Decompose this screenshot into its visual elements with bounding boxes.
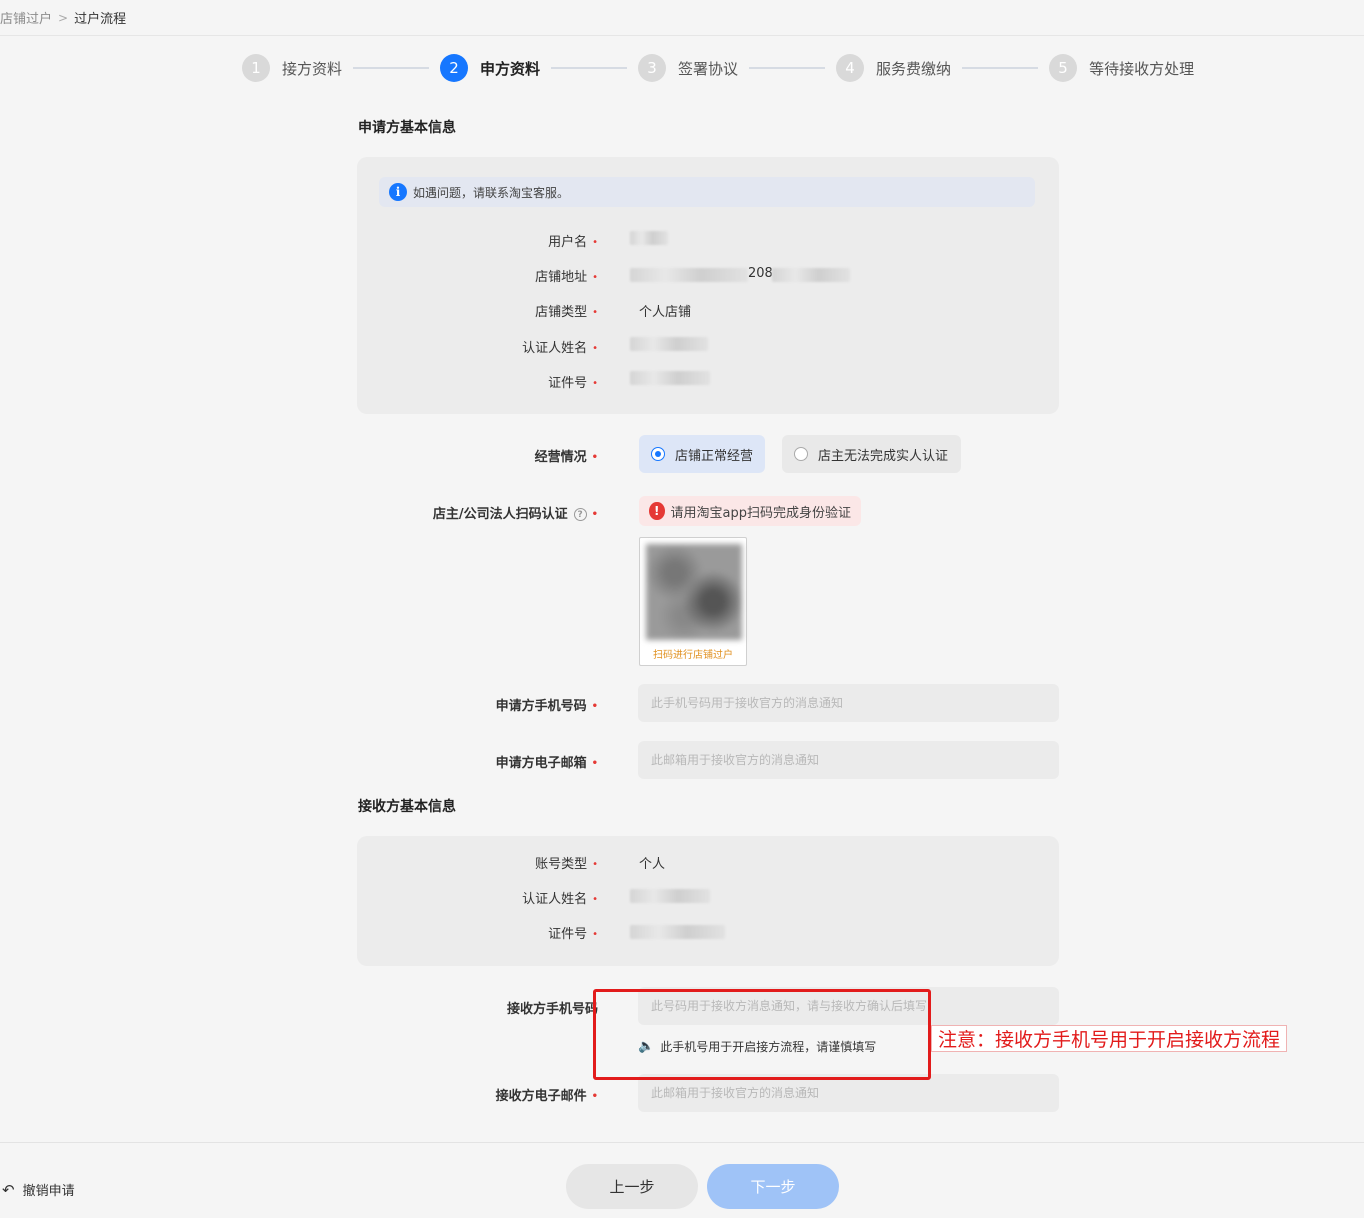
step-5: 5 等待接收方处理	[1049, 54, 1194, 82]
shop-url-redacted-a	[630, 268, 748, 282]
breadcrumb-shop-transfer[interactable]: 店铺过户	[0, 8, 52, 27]
applicant-email-label: 申请方电子邮箱 •	[495, 756, 598, 771]
account-type-value: 个人	[639, 857, 666, 872]
operation-status-label: 经营情况 •	[534, 450, 598, 465]
warning-text: 请用淘宝app扫码完成身份验证	[670, 505, 851, 521]
receiver-phone-label: 接收方手机号码	[358, 998, 598, 1017]
previous-step-button[interactable]: 上一步	[566, 1164, 698, 1209]
applicant-email-input[interactable]	[638, 741, 1059, 779]
applicant-phone-input[interactable]	[638, 684, 1059, 722]
radio-label: 店铺正常经营	[674, 448, 753, 464]
help-icon[interactable]: ?	[573, 508, 587, 521]
step-label: 申方资料	[480, 59, 541, 78]
step-number: 1	[242, 54, 270, 82]
shop-type-value: 个人店铺	[639, 305, 692, 320]
highlight-frame	[593, 989, 931, 1080]
radio-shop-normal[interactable]: 店铺正常经营	[639, 435, 765, 473]
help-notice: i 如遇问题，请联系淘宝客服。	[379, 177, 1035, 207]
label-text: 认证人姓名	[522, 892, 588, 907]
footer-bar: ↶ 撤销申请 上一步 下一步	[0, 1142, 1364, 1218]
applicant-name-redacted	[630, 337, 708, 351]
label-text: 认证人姓名	[522, 341, 588, 356]
label-text: 证件号	[548, 376, 588, 391]
applicant-phone-label: 申请方手机号码 •	[495, 699, 598, 714]
step-connector	[353, 67, 430, 69]
label-text: 申请方手机号码	[495, 699, 587, 714]
step-number: 3	[638, 54, 667, 82]
step-4: 4 服务费缴纳	[836, 54, 951, 82]
next-step-button[interactable]: 下一步	[707, 1164, 839, 1209]
label-text: 经营情况	[534, 450, 587, 465]
step-connector	[551, 67, 628, 69]
qr-caption: 扫码进行店铺过户	[653, 650, 733, 661]
step-1: 1 接方资料	[242, 54, 342, 82]
step-label: 接方资料	[282, 59, 343, 78]
receiver-id-label: 证件号 •	[548, 927, 598, 942]
step-number: 2	[440, 54, 469, 82]
step-number: 4	[836, 54, 865, 82]
undo-icon: ↶	[2, 1180, 15, 1199]
scan-warning: ! 请用淘宝app扫码完成身份验证	[639, 496, 861, 526]
annotation-callout: 注意：接收方手机号用于开启接收方流程	[931, 1025, 1288, 1052]
label-text: 用户名	[548, 235, 588, 250]
shop-url-redacted-b	[772, 268, 850, 282]
step-label: 服务费缴纳	[876, 59, 952, 78]
receiver-id-redacted	[630, 925, 725, 939]
applicant-id-label: 证件号 •	[548, 376, 598, 391]
shop-url-partial: 208	[748, 266, 773, 281]
username-value-redacted	[630, 231, 668, 245]
radio-label: 店主无法完成实人认证	[818, 448, 949, 464]
radio-indicator	[794, 447, 808, 461]
breadcrumb-current: 过户流程	[74, 12, 127, 27]
receiver-section-title: 接收方基本信息	[358, 799, 456, 815]
error-icon: !	[649, 502, 665, 520]
receiver-name-redacted	[630, 889, 710, 903]
qr-code-image	[646, 544, 742, 640]
step-connector	[749, 67, 826, 69]
breadcrumb: 店铺过户 > 过户流程	[0, 0, 1364, 36]
step-label: 等待接收方处理	[1089, 59, 1195, 78]
info-icon: i	[389, 183, 407, 201]
label-text: 证件号	[548, 927, 588, 942]
shop-type-label: 店铺类型 •	[535, 305, 598, 320]
label-text: 店铺类型	[535, 305, 588, 320]
radio-indicator	[651, 447, 665, 461]
label-text: 接收方电子邮件	[495, 1089, 587, 1104]
qr-code-card[interactable]: 扫码进行店铺过户	[639, 537, 747, 666]
applicant-name-label: 认证人姓名 •	[522, 341, 598, 356]
label-text: 店主/公司法人扫码认证	[432, 507, 568, 522]
chevron-right-icon: >	[58, 10, 69, 25]
receiver-name-label: 认证人姓名 •	[522, 892, 598, 907]
radio-owner-cannot-verify[interactable]: 店主无法完成实人认证	[782, 435, 961, 473]
scan-verify-label: 店主/公司法人扫码认证? •	[432, 507, 598, 522]
label-text: 账号类型	[535, 857, 588, 872]
label-text: 接收方手机号码	[506, 1002, 598, 1017]
label-text: 申请方电子邮箱	[495, 756, 587, 771]
step-3: 3 签署协议	[638, 54, 738, 82]
step-label: 签署协议	[678, 59, 739, 78]
progress-steps: 1 接方资料 2 申方资料 3 签署协议 4 服务费缴纳 5 等待接收方处理	[242, 54, 1194, 82]
receiver-email-label: 接收方电子邮件 •	[495, 1089, 598, 1104]
applicant-section-title: 申请方基本信息	[358, 120, 456, 136]
notice-text: 如遇问题，请联系淘宝客服。	[413, 185, 570, 200]
username-label: 用户名 •	[548, 235, 598, 250]
shop-url-label: 店铺地址 •	[535, 270, 598, 285]
step-connector	[962, 67, 1039, 69]
step-2: 2 申方资料	[440, 54, 540, 82]
revoke-application-link[interactable]: ↶ 撤销申请	[2, 1180, 75, 1200]
label-text: 店铺地址	[535, 270, 588, 285]
account-type-label: 账号类型 •	[535, 857, 598, 872]
revoke-label: 撤销申请	[22, 1184, 75, 1199]
applicant-id-redacted	[630, 371, 710, 385]
step-number: 5	[1049, 54, 1078, 82]
